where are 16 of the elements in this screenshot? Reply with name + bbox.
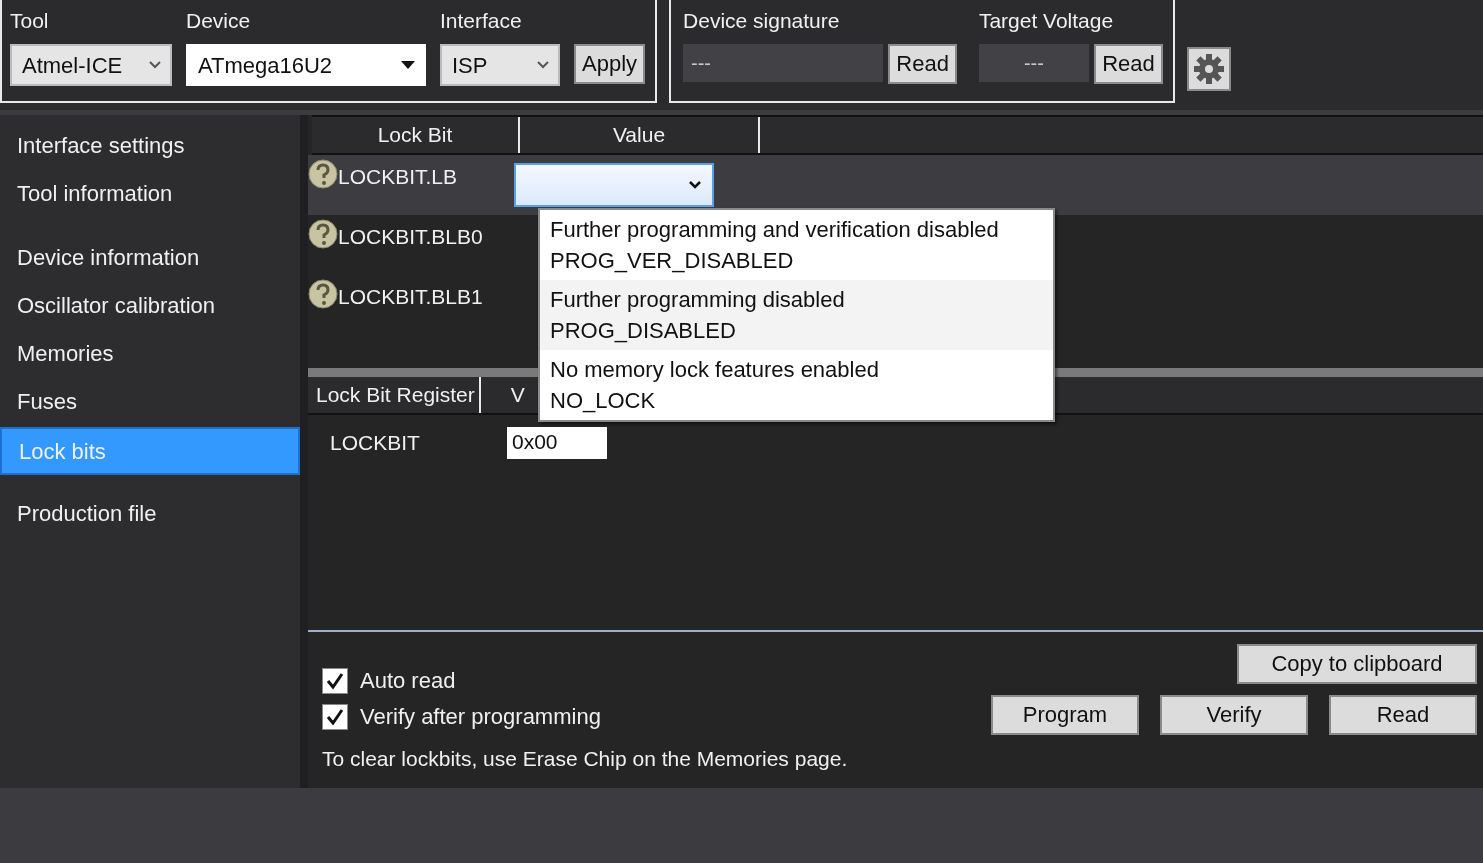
field-label: Device [186,8,252,34]
field-label: Interface [440,8,523,34]
field-label: Device signature [683,8,841,34]
column-header: Value [520,117,760,153]
field-label: Target Voltage [978,8,1115,34]
column-header: V [509,382,526,408]
field-label: Tool [10,8,50,34]
readout-field: --- [978,44,1089,82]
table-cell-text: LOCKBIT [329,430,421,457]
column-header: Lock Bit Register [308,377,481,413]
table-cell-text: LOCKBIT.BLB1 [338,284,484,310]
table-cell-text: LOCKBIT.LB [338,164,459,190]
readout-field: --- [683,44,884,82]
table-cell-text: LOCKBIT.BLB0 [338,224,484,250]
note-text: To clear lockbits, use Erase Chip on the Memories page. [322,745,849,772]
column-header: Lock Bit [312,117,520,153]
